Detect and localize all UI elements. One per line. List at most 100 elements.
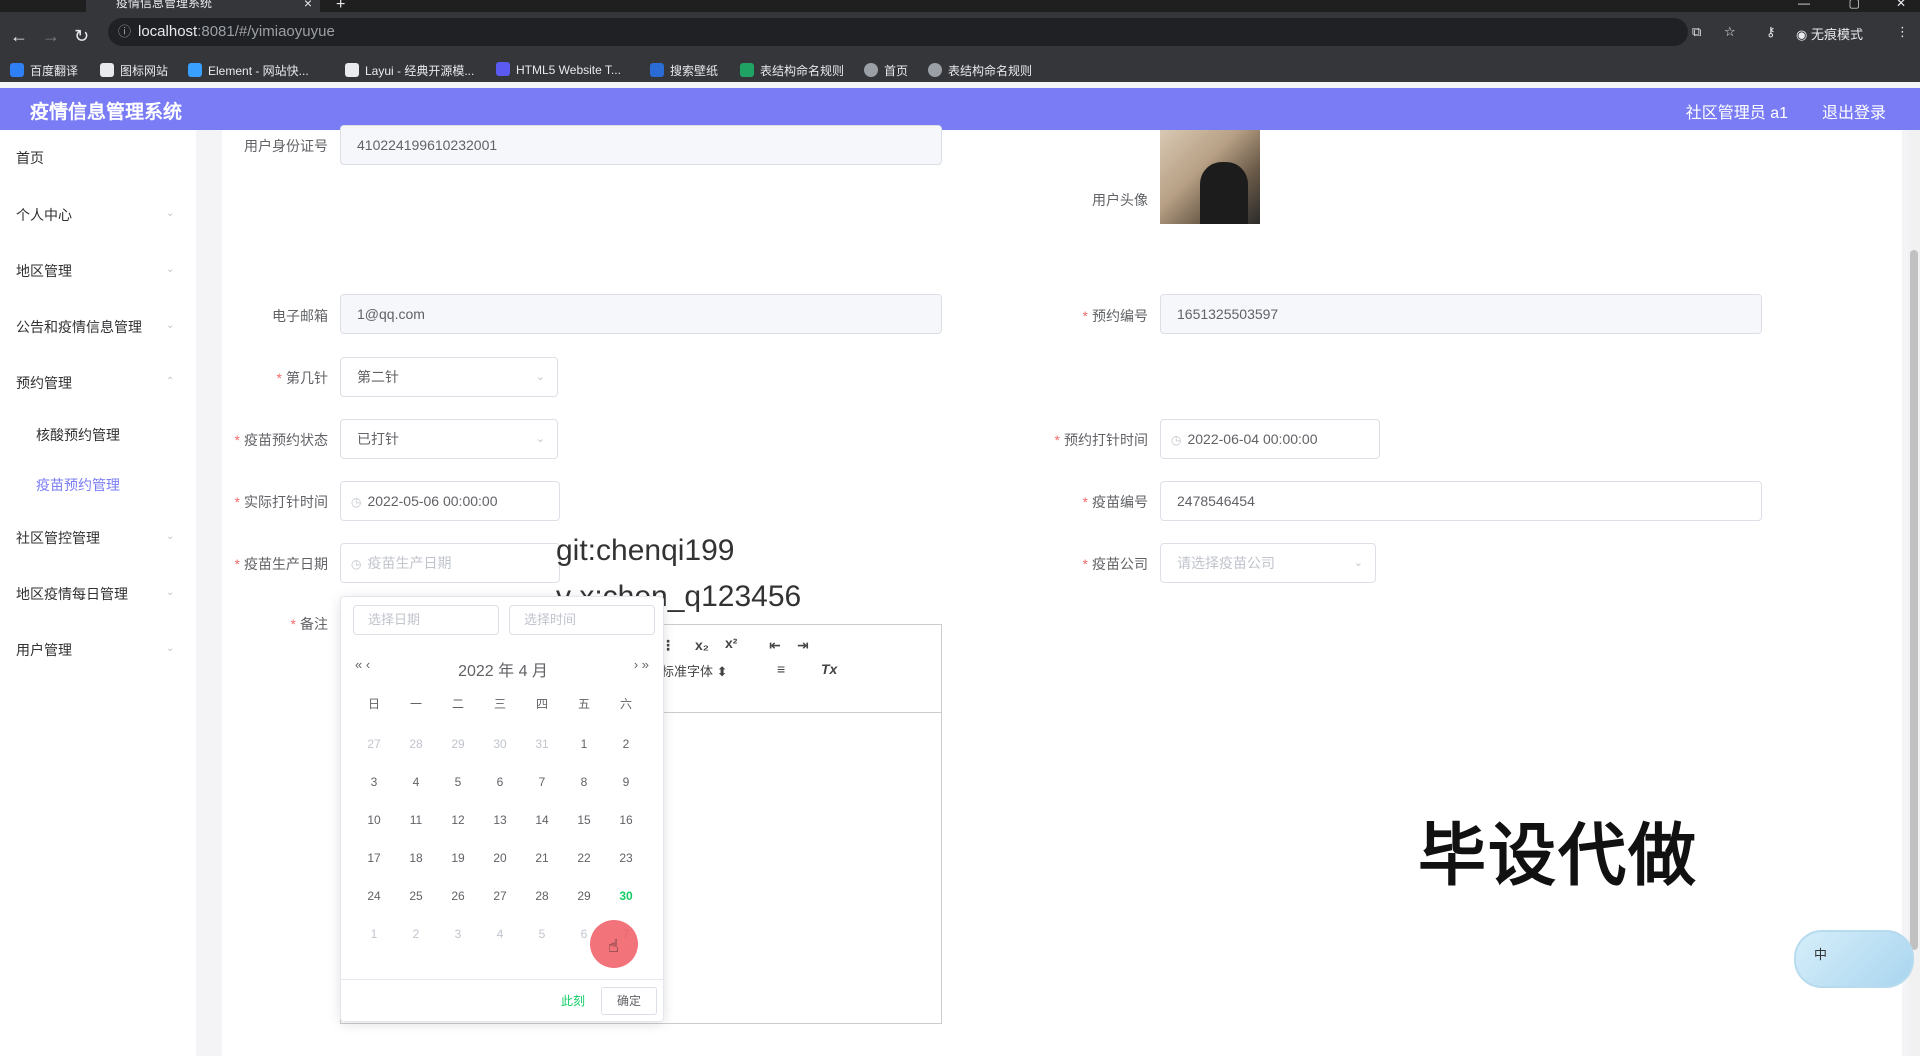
calendar-day[interactable]: 28 [395, 729, 437, 759]
calendar-day[interactable]: 27 [353, 729, 395, 759]
company-select[interactable]: 请选择疫苗公司 ⌄ [1160, 543, 1376, 583]
sidebar-item-community-control[interactable]: 社区管控管理 [16, 528, 100, 548]
confirm-button[interactable]: 确定 [601, 987, 657, 1015]
calendar-day[interactable]: 21 [521, 843, 563, 873]
calendar-day[interactable]: 18 [395, 843, 437, 873]
calendar-day[interactable]: 8 [563, 767, 605, 797]
dose-select[interactable]: 第二针 ⌄ [340, 357, 558, 397]
calendar-day[interactable]: 28 [521, 881, 563, 911]
calendar-day[interactable]: 19 [437, 843, 479, 873]
sidebar-item-nucleic-booking[interactable]: 核酸预约管理 [36, 425, 120, 445]
calendar-day[interactable]: 30 [605, 881, 647, 911]
calendar-day[interactable]: 10 [353, 805, 395, 835]
superscript-icon[interactable]: x² [725, 635, 737, 651]
back-icon[interactable]: ← [10, 26, 28, 47]
bookmark-item[interactable]: Element - 网站快... [188, 62, 309, 79]
bookmark-item[interactable]: 表结构命名规则 [928, 62, 1032, 79]
close-window-icon[interactable]: ✕ [1896, 0, 1906, 10]
production-date-input[interactable]: ◷ 疫苗生产日期 [340, 543, 560, 583]
bookmark-item[interactable]: 图标网站 [100, 62, 168, 79]
calendar-day[interactable]: 11 [395, 805, 437, 835]
bookmark-item[interactable]: 首页 [864, 62, 908, 79]
address-bar[interactable]: ⓘ localhost:8081/#/yimiaoyuyue [108, 18, 1688, 46]
minimize-icon[interactable]: — [1798, 0, 1810, 10]
sidebar-item-region[interactable]: 地区管理 [16, 261, 72, 281]
align-icon[interactable]: ≡ [777, 661, 785, 677]
bookmark-item[interactable]: 百度翻译 [10, 62, 78, 79]
logout-link[interactable]: 退出登录 [1822, 99, 1886, 123]
sidebar-item-daily-epidemic[interactable]: 地区疫情每日管理 [16, 584, 128, 604]
sidebar-item-vaccine-booking[interactable]: 疫苗预约管理 [36, 475, 120, 495]
menu-icon[interactable]: ⋮ [1896, 24, 1909, 40]
calendar-day[interactable]: 6 [479, 767, 521, 797]
indent-icon[interactable]: ⇥ [797, 637, 809, 654]
vaccine-no-input[interactable]: 2478546454 [1160, 481, 1762, 521]
maximize-icon[interactable]: ▢ [1849, 0, 1860, 10]
calendar-day[interactable]: 31 [521, 729, 563, 759]
bookmark-item[interactable]: 表结构命名规则 [740, 62, 844, 79]
calendar-day[interactable]: 25 [395, 881, 437, 911]
calendar-day[interactable]: 4 [479, 919, 521, 949]
id-card-input[interactable]: 410224199610232001 [340, 125, 942, 165]
calendar-day[interactable]: 1 [353, 919, 395, 949]
calendar-day[interactable]: 5 [521, 919, 563, 949]
info-icon[interactable]: ⓘ [118, 18, 131, 46]
page-scrollbar[interactable] [1908, 130, 1920, 1056]
calendar-day[interactable]: 4 [395, 767, 437, 797]
now-button[interactable]: 此刻 [561, 992, 585, 1009]
translate-icon[interactable]: ⧉ [1692, 24, 1701, 40]
key-icon[interactable]: ⚷ [1766, 24, 1776, 40]
calendar-day[interactable]: 5 [437, 767, 479, 797]
tab-close-icon[interactable]: × [304, 0, 312, 12]
picker-time-input[interactable]: 选择时间 [509, 605, 655, 635]
next-month-year-icon[interactable]: › » [634, 657, 649, 672]
forward-icon[interactable]: → [42, 26, 60, 47]
bookmark-item[interactable]: 搜索壁纸 [650, 62, 718, 79]
clear-format-icon[interactable]: Tx [821, 661, 837, 677]
booking-no-input[interactable]: 1651325503597 [1160, 294, 1762, 334]
calendar-day[interactable]: 22 [563, 843, 605, 873]
calendar-day[interactable]: 12 [437, 805, 479, 835]
status-select[interactable]: 已打针 ⌄ [340, 419, 558, 459]
floating-ime-widget[interactable]: 中 [1794, 930, 1914, 988]
calendar-day[interactable]: 26 [437, 881, 479, 911]
calendar-day[interactable]: 30 [479, 729, 521, 759]
calendar-day[interactable]: 13 [479, 805, 521, 835]
sidebar-item-home[interactable]: 首页 [16, 148, 44, 168]
calendar-day[interactable]: 9 [605, 767, 647, 797]
calendar-day[interactable]: 27 [479, 881, 521, 911]
calendar-day[interactable]: 15 [563, 805, 605, 835]
bookmark-item[interactable]: HTML5 Website T... [496, 62, 621, 77]
reload-icon[interactable]: ↻ [74, 26, 89, 47]
sidebar-item-announcements[interactable]: 公告和疫情信息管理 [16, 317, 142, 337]
calendar-day[interactable]: 29 [437, 729, 479, 759]
subscript-icon[interactable]: x₂ [695, 637, 709, 653]
calendar-day[interactable]: 2 [395, 919, 437, 949]
outdent-icon[interactable]: ⇤ [769, 637, 781, 654]
calendar-day[interactable]: 3 [353, 767, 395, 797]
scheduled-time-input[interactable]: ◷ 2022-06-04 00:00:00 [1160, 419, 1380, 459]
calendar-day[interactable]: 2 [605, 729, 647, 759]
calendar-day[interactable]: 16 [605, 805, 647, 835]
calendar-day[interactable]: 1 [563, 729, 605, 759]
calendar-day[interactable]: 24 [353, 881, 395, 911]
incognito-profile[interactable]: ◉ 无痕模式 [1796, 24, 1863, 43]
bookmark-star-icon[interactable]: ☆ [1724, 24, 1736, 40]
calendar-day[interactable]: 7 [521, 767, 563, 797]
scrollbar-thumb[interactable] [1910, 250, 1918, 950]
browser-tab[interactable]: 疫情信息管理系统 × [86, 0, 320, 12]
font-select[interactable]: 标准字体 ⬍ [661, 661, 728, 680]
calendar-day[interactable]: 14 [521, 805, 563, 835]
sidebar-item-personal-center[interactable]: 个人中心 [16, 205, 72, 225]
bookmark-item[interactable]: Layui - 经典开源模... [345, 62, 474, 79]
calendar-day[interactable]: 20 [479, 843, 521, 873]
sidebar-item-booking[interactable]: 预约管理 [16, 373, 72, 393]
calendar-day[interactable]: 29 [563, 881, 605, 911]
calendar-day[interactable]: 3 [437, 919, 479, 949]
calendar-day[interactable]: 23 [605, 843, 647, 873]
calendar-day[interactable]: 17 [353, 843, 395, 873]
actual-time-input[interactable]: ◷ 2022-05-06 00:00:00 [340, 481, 560, 521]
email-input[interactable]: 1@qq.com [340, 294, 942, 334]
sidebar-item-users[interactable]: 用户管理 [16, 640, 72, 660]
picker-date-input[interactable]: 选择日期 [353, 605, 499, 635]
